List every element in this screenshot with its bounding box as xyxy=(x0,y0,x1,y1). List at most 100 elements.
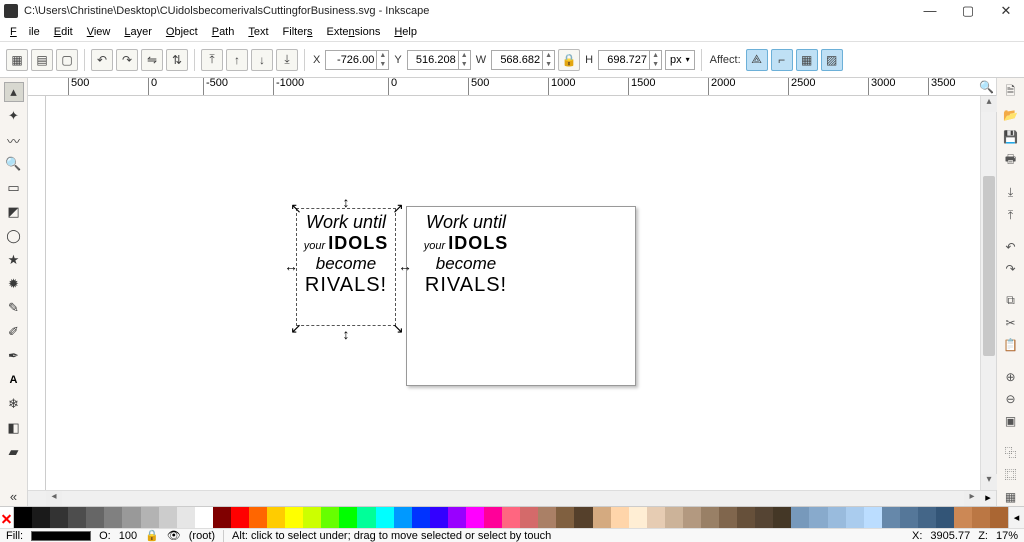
w-field[interactable] xyxy=(492,51,542,69)
zoom-corner-icon[interactable]: 🔍 xyxy=(979,80,994,94)
handle-sw[interactable]: ↙ xyxy=(290,322,302,334)
node-tool[interactable]: ✦ xyxy=(4,106,24,126)
copy-button[interactable]: ⧉ xyxy=(1001,291,1021,309)
rect-tool[interactable]: ▭ xyxy=(4,178,24,198)
minimize-button[interactable]: — xyxy=(916,2,944,20)
color-swatch[interactable] xyxy=(719,507,737,528)
color-swatch[interactable] xyxy=(737,507,755,528)
layer-lock-icon[interactable]: 🔒 xyxy=(145,529,159,542)
color-swatch[interactable] xyxy=(954,507,972,528)
color-swatch[interactable] xyxy=(466,507,484,528)
color-swatch[interactable] xyxy=(484,507,502,528)
color-swatch[interactable] xyxy=(285,507,303,528)
clone-button[interactable]: ⿴ xyxy=(1001,466,1021,484)
color-swatch[interactable] xyxy=(86,507,104,528)
color-swatch[interactable] xyxy=(574,507,592,528)
color-swatch[interactable] xyxy=(321,507,339,528)
raise-button[interactable]: ↑ xyxy=(226,49,248,71)
pencil-tool[interactable]: ✎ xyxy=(4,298,24,318)
color-swatch[interactable] xyxy=(213,507,231,528)
color-swatch[interactable] xyxy=(376,507,394,528)
zoom-tool[interactable]: 🔍 xyxy=(4,154,24,174)
x-input[interactable]: ▲▼ xyxy=(325,50,389,70)
color-swatch[interactable] xyxy=(159,507,177,528)
fill-tool[interactable]: ▰ xyxy=(4,442,24,462)
color-swatch[interactable] xyxy=(683,507,701,528)
x-field[interactable] xyxy=(326,51,376,69)
y-field[interactable] xyxy=(408,51,458,69)
affect-pattern-button[interactable]: ▨ xyxy=(821,49,843,71)
rotate-ccw-button[interactable]: ↶ xyxy=(91,49,113,71)
palette-left-arrow[interactable]: « xyxy=(4,486,24,506)
select-all-layers-button[interactable]: ▤ xyxy=(31,49,53,71)
eraser-tool[interactable]: ◧ xyxy=(4,418,24,438)
w-input[interactable]: ▲▼ xyxy=(491,50,555,70)
artwork-instance-2[interactable]: Work until your IDOLS become RIVALS! xyxy=(418,212,514,297)
color-swatch[interactable] xyxy=(882,507,900,528)
color-swatch[interactable] xyxy=(846,507,864,528)
scroll-thumb[interactable] xyxy=(983,176,995,356)
zoom-in-button[interactable]: ⊕ xyxy=(1001,368,1021,386)
color-swatch[interactable] xyxy=(611,507,629,528)
color-swatch[interactable] xyxy=(791,507,809,528)
color-swatch[interactable] xyxy=(357,507,375,528)
redo-button[interactable]: ↷ xyxy=(1001,260,1021,278)
export-button[interactable]: ⤒ xyxy=(1001,206,1021,224)
color-swatch[interactable] xyxy=(936,507,954,528)
color-swatch[interactable] xyxy=(990,507,1008,528)
color-swatch[interactable] xyxy=(972,507,990,528)
color-swatch[interactable] xyxy=(773,507,791,528)
color-swatch[interactable] xyxy=(538,507,556,528)
paste-button[interactable]: 📋 xyxy=(1001,336,1021,354)
horizontal-scrollbar[interactable] xyxy=(62,491,964,506)
lower-button[interactable]: ↓ xyxy=(251,49,273,71)
unit-select[interactable]: px▾ xyxy=(665,50,695,70)
color-swatch[interactable] xyxy=(32,507,50,528)
color-swatch[interactable] xyxy=(303,507,321,528)
undo-button[interactable]: ↶ xyxy=(1001,238,1021,256)
affect-gradient-button[interactable]: ▦ xyxy=(796,49,818,71)
color-swatch[interactable] xyxy=(231,507,249,528)
spiral-tool[interactable]: ✹ xyxy=(4,274,24,294)
menu-help[interactable]: Help xyxy=(388,24,423,40)
cut-button[interactable]: ✂ xyxy=(1001,314,1021,332)
color-swatch[interactable] xyxy=(556,507,574,528)
zoom-out-button[interactable]: ⊖ xyxy=(1001,390,1021,408)
color-swatch[interactable] xyxy=(828,507,846,528)
color-swatch[interactable] xyxy=(50,507,68,528)
color-swatch[interactable] xyxy=(104,507,122,528)
menu-file[interactable]: File xyxy=(4,24,46,40)
menu-object[interactable]: Object xyxy=(160,24,204,40)
save-button[interactable]: 💾 xyxy=(1001,128,1021,146)
menu-text[interactable]: Text xyxy=(242,24,274,40)
color-swatch[interactable] xyxy=(665,507,683,528)
scroll-down-button[interactable]: ▾ xyxy=(981,474,997,490)
flip-v-button[interactable]: ⇅ xyxy=(166,49,188,71)
color-swatch[interactable] xyxy=(755,507,773,528)
canvas[interactable]: ↖ ↕ ↗ ↔ ↔ ↙ ↕ ↘ Work until your IDOLS be… xyxy=(46,96,980,490)
raise-top-button[interactable]: ⤒ xyxy=(201,49,223,71)
no-fill-swatch[interactable] xyxy=(0,507,14,528)
selector-tool[interactable]: ▴ xyxy=(4,82,24,102)
zoom-value[interactable]: 17% xyxy=(996,530,1018,542)
color-swatch[interactable] xyxy=(520,507,538,528)
color-swatch[interactable] xyxy=(918,507,936,528)
color-swatch[interactable] xyxy=(177,507,195,528)
calligraphy-tool[interactable]: ✒ xyxy=(4,346,24,366)
color-swatch[interactable] xyxy=(267,507,285,528)
tweak-tool[interactable]: 〰 xyxy=(4,130,24,150)
color-swatch[interactable] xyxy=(593,507,611,528)
lower-bottom-button[interactable]: ⤓ xyxy=(276,49,298,71)
scroll-up-button[interactable]: ▴ xyxy=(981,96,997,112)
zoom-fit-button[interactable]: ▣ xyxy=(1001,412,1021,430)
color-swatch[interactable] xyxy=(68,507,86,528)
color-swatch[interactable] xyxy=(195,507,213,528)
color-swatch[interactable] xyxy=(141,507,159,528)
scroll-left-button[interactable]: ◂ xyxy=(46,491,62,506)
h-input[interactable]: ▲▼ xyxy=(598,50,662,70)
text-tool[interactable]: A xyxy=(4,370,24,390)
handle-e[interactable]: ↔ xyxy=(398,260,410,272)
menu-layer[interactable]: Layer xyxy=(118,24,158,40)
select-all-button[interactable]: ▦ xyxy=(6,49,28,71)
handle-n[interactable]: ↕ xyxy=(340,196,352,208)
